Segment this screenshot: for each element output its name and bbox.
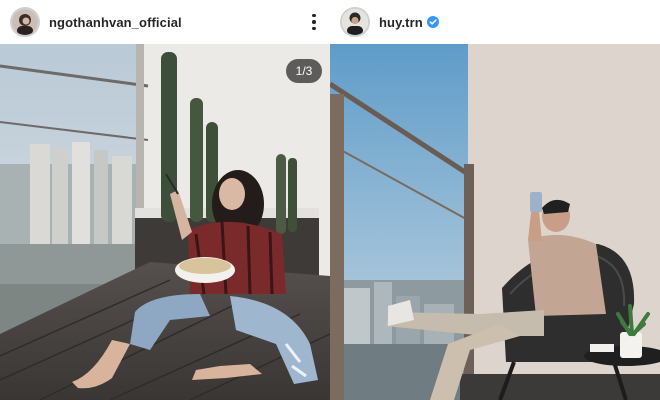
dot-icon: [312, 20, 316, 24]
more-options-button[interactable]: [306, 10, 322, 34]
dot-icon: [312, 26, 316, 31]
post-header-left: ngothanhvan_official: [0, 0, 330, 44]
profile-photo-icon: [342, 9, 368, 35]
post-header-right: huy.trn: [330, 0, 660, 44]
post-image-left[interactable]: 1/3: [0, 44, 330, 400]
username[interactable]: huy.trn: [379, 15, 423, 30]
avatar[interactable]: [340, 7, 370, 37]
dot-icon: [312, 13, 316, 18]
avatar[interactable]: [10, 7, 40, 37]
username[interactable]: ngothanhvan_official: [49, 15, 182, 30]
profile-photo-icon: [12, 9, 38, 35]
post-headers: ngothanhvan_official huy.trn: [0, 0, 660, 44]
carousel-counter: 1/3: [286, 59, 322, 83]
post-image-right[interactable]: [330, 44, 660, 400]
verified-badge-icon: [426, 16, 439, 28]
